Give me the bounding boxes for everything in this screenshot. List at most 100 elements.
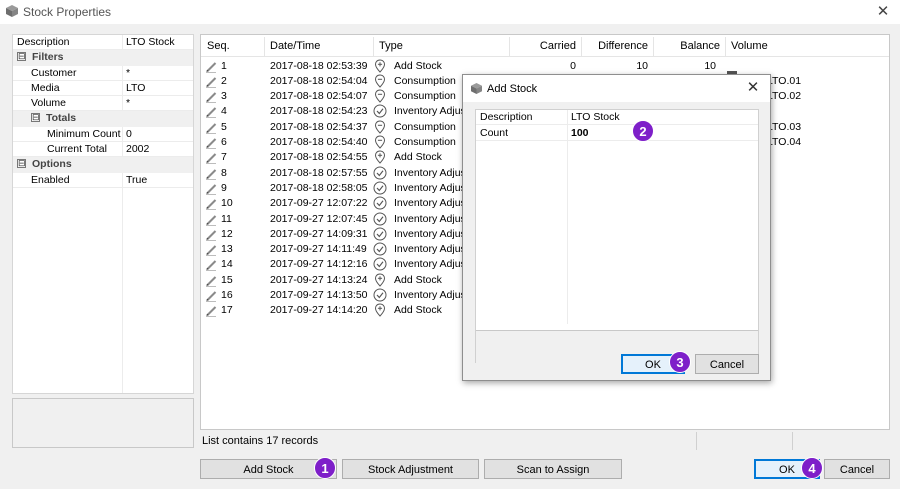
column-header-volume[interactable]: Volume — [731, 40, 768, 52]
cell-datetime: 2017-09-27 14:09:31 — [270, 227, 368, 240]
inventory-adjust-icon — [373, 242, 387, 256]
cell-type: Add Stock — [394, 273, 442, 286]
cell-seq: 7 — [221, 151, 227, 164]
property-grid[interactable]: Description LTO Stock ⊟ Filters Customer * Med… — [12, 34, 194, 394]
dialog-close-button[interactable]: ✕ — [744, 79, 762, 97]
property-row[interactable]: Description LTO Stock — [13, 35, 193, 51]
cell-seq: 17 — [221, 304, 233, 317]
cancel-button[interactable]: Cancel — [824, 459, 890, 479]
add-stock-dialog: Add Stock ✕ Description LTO Stock Count 100… — [462, 74, 771, 381]
cell-volume: LTO.01 — [767, 74, 802, 87]
window-close-button[interactable]: ✕ — [874, 3, 892, 21]
property-row[interactable]: Media LTO — [13, 81, 193, 97]
cell-volume: LTO.03 — [767, 120, 802, 133]
inventory-adjust-icon — [373, 166, 387, 180]
property-value[interactable]: LTO Stock — [126, 35, 175, 50]
property-name: Description — [17, 36, 70, 48]
cell-datetime: 2017-08-18 02:54:23 — [270, 105, 368, 118]
cell-datetime: 2017-09-27 14:14:20 — [270, 304, 368, 317]
cell-datetime: 2017-09-27 14:12:16 — [270, 258, 368, 271]
stock-adjustment-button[interactable]: Stock Adjustment — [342, 459, 479, 479]
consumption-icon — [374, 89, 386, 103]
cell-type: Inventory Adjus — [394, 227, 466, 240]
cell-seq: 10 — [221, 197, 233, 210]
property-value[interactable]: * — [126, 66, 130, 81]
cell-seq: 5 — [221, 120, 227, 133]
property-row[interactable]: Minimum Count 0 — [13, 127, 193, 143]
cell-datetime: 2017-09-27 14:13:24 — [270, 273, 368, 286]
box-icon — [471, 83, 482, 94]
cell-datetime: 2017-08-18 02:58:05 — [270, 181, 368, 194]
pencil-icon — [206, 107, 217, 119]
property-row[interactable]: Enabled True — [13, 173, 193, 188]
add-stock-icon — [374, 150, 386, 165]
cell-seq: 16 — [221, 289, 233, 301]
cell-seq: 9 — [221, 181, 227, 194]
cell-type: Inventory Adjus — [394, 197, 466, 210]
property-category[interactable]: ⊟ Totals — [13, 111, 193, 127]
add-stock-icon — [374, 58, 386, 73]
add-stock-property-grid[interactable]: Description LTO Stock Count 100 — [475, 109, 759, 379]
pencil-icon — [206, 230, 217, 241]
dialog-grid-splitter[interactable] — [567, 110, 568, 324]
pencil-icon — [206, 275, 217, 287]
pencil-icon — [206, 184, 217, 195]
property-row[interactable]: Volume * — [13, 96, 193, 112]
dialog-cancel-button[interactable]: Cancel — [695, 354, 759, 374]
cell-type: Inventory Adjus — [394, 212, 466, 225]
property-category[interactable]: ⊟ Options — [13, 157, 193, 173]
column-header-balance[interactable]: Balance — [653, 40, 720, 52]
callout-badge-2: 2 — [632, 120, 654, 142]
status-bar: List contains 17 records — [200, 432, 890, 450]
dialog-property-name: Count — [480, 127, 509, 139]
property-value[interactable]: True — [126, 173, 147, 188]
property-row[interactable]: Current Total 2002 — [13, 142, 193, 158]
cell-datetime: 2017-09-27 12:07:45 — [270, 212, 368, 225]
dialog-property-value[interactable]: 100 — [571, 126, 589, 140]
property-name: Media — [31, 81, 60, 94]
property-value[interactable]: 0 — [126, 127, 132, 142]
column-header-seq[interactable]: Seq. — [207, 40, 230, 52]
collapse-toggle-icon[interactable]: ⊟ — [17, 159, 26, 169]
property-value[interactable]: 2002 — [126, 142, 149, 157]
stock-properties-window: Stock Properties ✕ Description LTO Stock ⊟… — [0, 0, 900, 489]
add-stock-icon — [374, 303, 386, 318]
cell-seq: 3 — [221, 90, 227, 103]
collapse-toggle-icon[interactable]: ⊟ — [31, 113, 40, 123]
cell-seq: 4 — [221, 105, 227, 118]
dialog-property-value[interactable]: LTO Stock — [571, 110, 620, 124]
window-title: Stock Properties — [23, 5, 112, 19]
table-row[interactable]: 1 2017-08-18 02:53:39 Add Stock 0 10 10 — [201, 58, 889, 74]
callout-badge-3: 3 — [669, 351, 691, 373]
inventory-adjust-icon — [373, 104, 387, 118]
property-value[interactable]: * — [126, 96, 130, 111]
collapse-toggle-icon[interactable]: ⊟ — [17, 52, 26, 62]
cell-type: Inventory Adjus — [394, 289, 466, 301]
property-category[interactable]: ⊟ Filters — [13, 50, 193, 66]
column-header-datetime[interactable]: Date/Time — [270, 40, 320, 52]
pencil-icon — [206, 168, 217, 180]
cell-seq: 13 — [221, 243, 233, 256]
pencil-icon — [206, 77, 217, 88]
cell-type: Consumption — [394, 90, 456, 103]
dialog-title-bar: Add Stock ✕ — [463, 75, 770, 102]
cell-datetime: 2017-09-27 14:13:50 — [270, 289, 368, 301]
pencil-icon — [206, 61, 217, 73]
inventory-adjust-icon — [373, 257, 387, 271]
property-category-label: Filters — [32, 51, 64, 64]
consumption-icon — [374, 120, 386, 134]
dialog-property-row[interactable]: Count 100 — [476, 126, 758, 141]
column-header-difference[interactable]: Difference — [581, 40, 648, 52]
property-row[interactable]: Customer * — [13, 66, 193, 81]
column-header-type[interactable]: Type — [379, 40, 403, 52]
inventory-adjust-icon — [373, 181, 387, 195]
cell-seq: 12 — [221, 227, 233, 240]
pencil-icon — [206, 199, 217, 211]
dialog-property-row[interactable]: Description LTO Stock — [476, 110, 758, 125]
cell-datetime: 2017-08-18 02:54:07 — [270, 90, 368, 103]
property-name: Customer — [31, 66, 77, 79]
property-value[interactable]: LTO — [126, 81, 145, 96]
column-header-carried[interactable]: Carried — [509, 40, 576, 52]
scan-to-assign-button[interactable]: Scan to Assign — [484, 459, 622, 479]
property-name: Minimum Count — [47, 127, 121, 140]
